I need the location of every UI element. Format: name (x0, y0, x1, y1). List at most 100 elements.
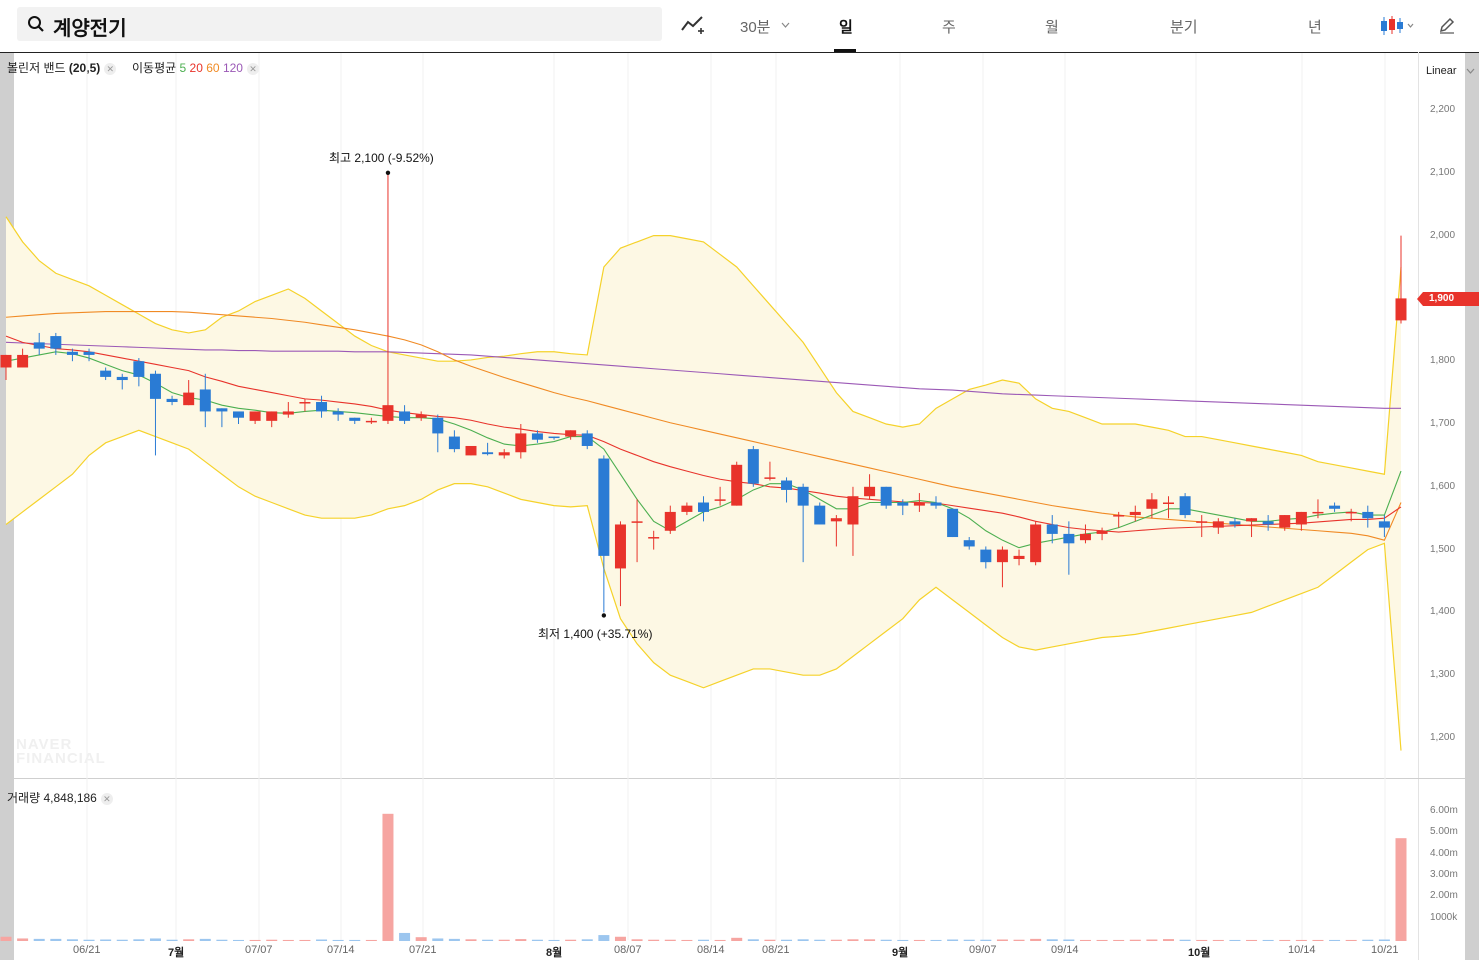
volume-bar (531, 939, 543, 941)
candle-body (980, 549, 992, 563)
candle-body (531, 433, 543, 440)
candle-body (648, 537, 660, 539)
candle-body (631, 521, 643, 523)
volume-bar (714, 939, 726, 941)
candle-body (963, 540, 975, 547)
volume-bar (913, 939, 925, 941)
price-axis-label: 1,700 (1430, 418, 1456, 429)
volume-bar (66, 939, 78, 941)
volume-bar (947, 939, 959, 941)
candle-body (947, 508, 959, 538)
candle-body (1378, 521, 1390, 528)
candle-body (1362, 511, 1374, 519)
candle-body (1146, 499, 1158, 509)
volume-bar (299, 939, 311, 941)
volume-bar (1030, 938, 1042, 941)
candle-body (399, 411, 411, 421)
price-axis-label: 2,100 (1430, 166, 1456, 178)
volume-bar (698, 939, 709, 941)
date-axis-label: 09/07 (969, 944, 997, 956)
volume-bar (1096, 939, 1108, 941)
candle-body (1096, 530, 1108, 534)
candle-body (17, 354, 29, 368)
volume-bar (365, 939, 377, 941)
volume-bar (847, 939, 859, 941)
candle-body (149, 373, 161, 399)
volume-bar (980, 939, 992, 941)
volume-bar (448, 938, 460, 941)
candle-body (781, 480, 793, 490)
candle-body (698, 502, 709, 512)
candle-body (1113, 515, 1125, 517)
volume-bar (830, 939, 842, 941)
volume-bar (1395, 838, 1407, 941)
candle-body (1295, 511, 1307, 525)
volume-bar (581, 939, 593, 941)
candle-body (598, 458, 610, 556)
price-axis-label: 2,000 (1430, 229, 1456, 241)
price-axis-label: 1,400 (1430, 606, 1456, 618)
remove-volume-icon[interactable]: ✕ (100, 793, 113, 805)
volume-bar (1196, 939, 1208, 941)
volume-bar (864, 939, 876, 941)
date-axis-label: 08/07 (614, 944, 642, 956)
candle-body (1196, 521, 1208, 523)
candle-body (33, 342, 45, 349)
volume-bar (498, 939, 510, 941)
volume-axis-label: 2.00m (1430, 890, 1458, 902)
date-axis-label: 08/21 (762, 944, 790, 956)
candle-body (880, 486, 892, 506)
date-axis-label: 9월 (892, 947, 909, 959)
candle-body (50, 336, 62, 349)
candle-body (1312, 511, 1324, 514)
volume-bar (349, 939, 361, 941)
volume-bar (166, 939, 178, 941)
candle-body (100, 370, 112, 377)
volume-bar (1046, 939, 1058, 941)
volume-bar (482, 939, 494, 941)
volume-bar (249, 939, 261, 941)
volume-bar (1279, 939, 1291, 941)
volume-legend: 거래량 4,848,186 ✕ (7, 789, 113, 806)
date-axis-label: 06/21 (73, 944, 101, 956)
volume-bar (1262, 939, 1274, 941)
candle-body (83, 351, 95, 355)
volume-bar (149, 938, 161, 941)
date-axis-label: 07/07 (245, 944, 273, 956)
volume-bar (1362, 939, 1374, 941)
bollinger-band-fill (6, 216, 1401, 751)
volume-bar (1212, 939, 1224, 941)
price-chart[interactable] (0, 0, 1479, 960)
candle-body (465, 445, 477, 456)
volume-bar (1295, 939, 1307, 941)
candle-body (382, 405, 394, 421)
volume-bar (664, 939, 676, 941)
volume-bar (731, 937, 743, 941)
candle-body (913, 502, 925, 506)
candle-body (365, 420, 377, 423)
candle-body (747, 449, 759, 484)
candle-body (897, 502, 909, 506)
candle-body (814, 505, 826, 525)
candle-body (864, 486, 876, 497)
volume-bar (133, 939, 145, 941)
volume-bar (332, 939, 344, 941)
candle-body (133, 361, 145, 377)
candle-body (614, 524, 626, 569)
candle-body (797, 486, 809, 506)
candle-body (681, 505, 693, 512)
volume-axis-label: 3.00m (1430, 868, 1458, 880)
candle-body (498, 452, 510, 456)
candle-body (847, 496, 859, 525)
volume-bar (199, 938, 211, 941)
volume-bar (465, 939, 477, 941)
volume-bar (399, 932, 411, 941)
volume-bar (0, 936, 12, 941)
price-axis-label: 1,200 (1430, 732, 1456, 743)
volume-bar (1113, 939, 1125, 941)
volume-bar (631, 939, 643, 941)
volume-bar (382, 813, 394, 941)
volume-bar (1312, 939, 1324, 941)
candle-body (299, 402, 311, 404)
candle-body (183, 392, 195, 406)
